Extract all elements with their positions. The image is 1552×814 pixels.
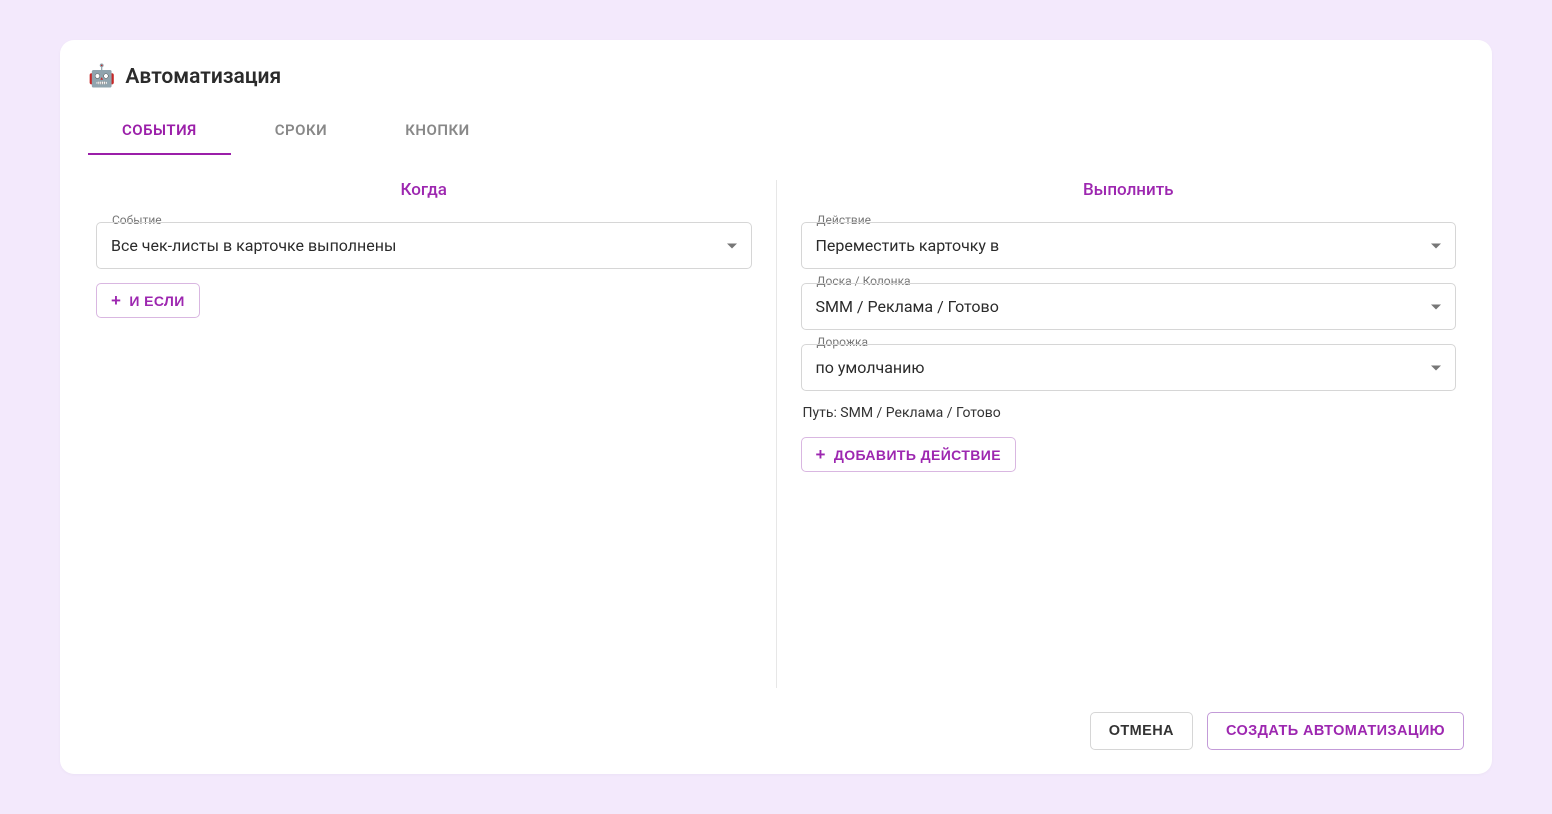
do-heading: Выполнить [801,180,1457,200]
event-field: Событие Все чек-листы в карточке выполне… [96,222,752,269]
add-action-button[interactable]: + ДОБАВИТЬ ДЕЙСТВИЕ [801,437,1017,472]
chevron-down-icon [727,243,737,248]
automation-body: Когда Событие Все чек-листы в карточке в… [88,180,1464,688]
chevron-down-icon [1431,365,1441,370]
board-column-value: SMM / Реклама / Готово [816,297,999,316]
robot-icon: 🤖 [88,64,115,89]
add-action-label: ДОБАВИТЬ ДЕЙСТВИЕ [834,447,1001,463]
automation-dialog: 🤖 Автоматизация СОБЫТИЯ СРОКИ КНОПКИ Ког… [60,40,1492,774]
tab-buttons[interactable]: КНОПКИ [371,109,503,155]
chevron-down-icon [1431,304,1441,309]
tab-events[interactable]: СОБЫТИЯ [88,109,231,155]
add-condition-button[interactable]: + И ЕСЛИ [96,283,200,318]
path-text: Путь: SMM / Реклама / Готово [803,405,1457,421]
cancel-button[interactable]: ОТМЕНА [1090,712,1193,750]
add-condition-label: И ЕСЛИ [129,293,184,309]
tab-deadlines[interactable]: СРОКИ [241,109,362,155]
create-automation-button[interactable]: СОЗДАТЬ АВТОМАТИЗАЦИЮ [1207,712,1464,750]
board-column-select[interactable]: SMM / Реклама / Готово [801,283,1457,330]
dialog-header: 🤖 Автоматизация [88,64,1464,89]
plus-icon: + [111,292,121,309]
tabs: СОБЫТИЯ СРОКИ КНОПКИ [88,109,1464,156]
do-column: Выполнить Действие Переместить карточку … [776,180,1465,688]
event-value: Все чек-листы в карточке выполнены [111,236,396,255]
dialog-title: Автоматизация [125,65,281,89]
chevron-down-icon [1431,243,1441,248]
event-select[interactable]: Все чек-листы в карточке выполнены [96,222,752,269]
when-column: Когда Событие Все чек-листы в карточке в… [88,180,776,688]
plus-icon: + [816,446,826,463]
lane-select[interactable]: по умолчанию [801,344,1457,391]
lane-value: по умолчанию [816,358,925,377]
action-select[interactable]: Переместить карточку в [801,222,1457,269]
dialog-footer: ОТМЕНА СОЗДАТЬ АВТОМАТИЗАЦИЮ [88,688,1464,750]
when-heading: Когда [96,180,752,200]
action-value: Переместить карточку в [816,236,1000,255]
board-column-field: Доска / Колонка SMM / Реклама / Готово [801,283,1457,330]
lane-field: Дорожка по умолчанию [801,344,1457,391]
action-field: Действие Переместить карточку в [801,222,1457,269]
